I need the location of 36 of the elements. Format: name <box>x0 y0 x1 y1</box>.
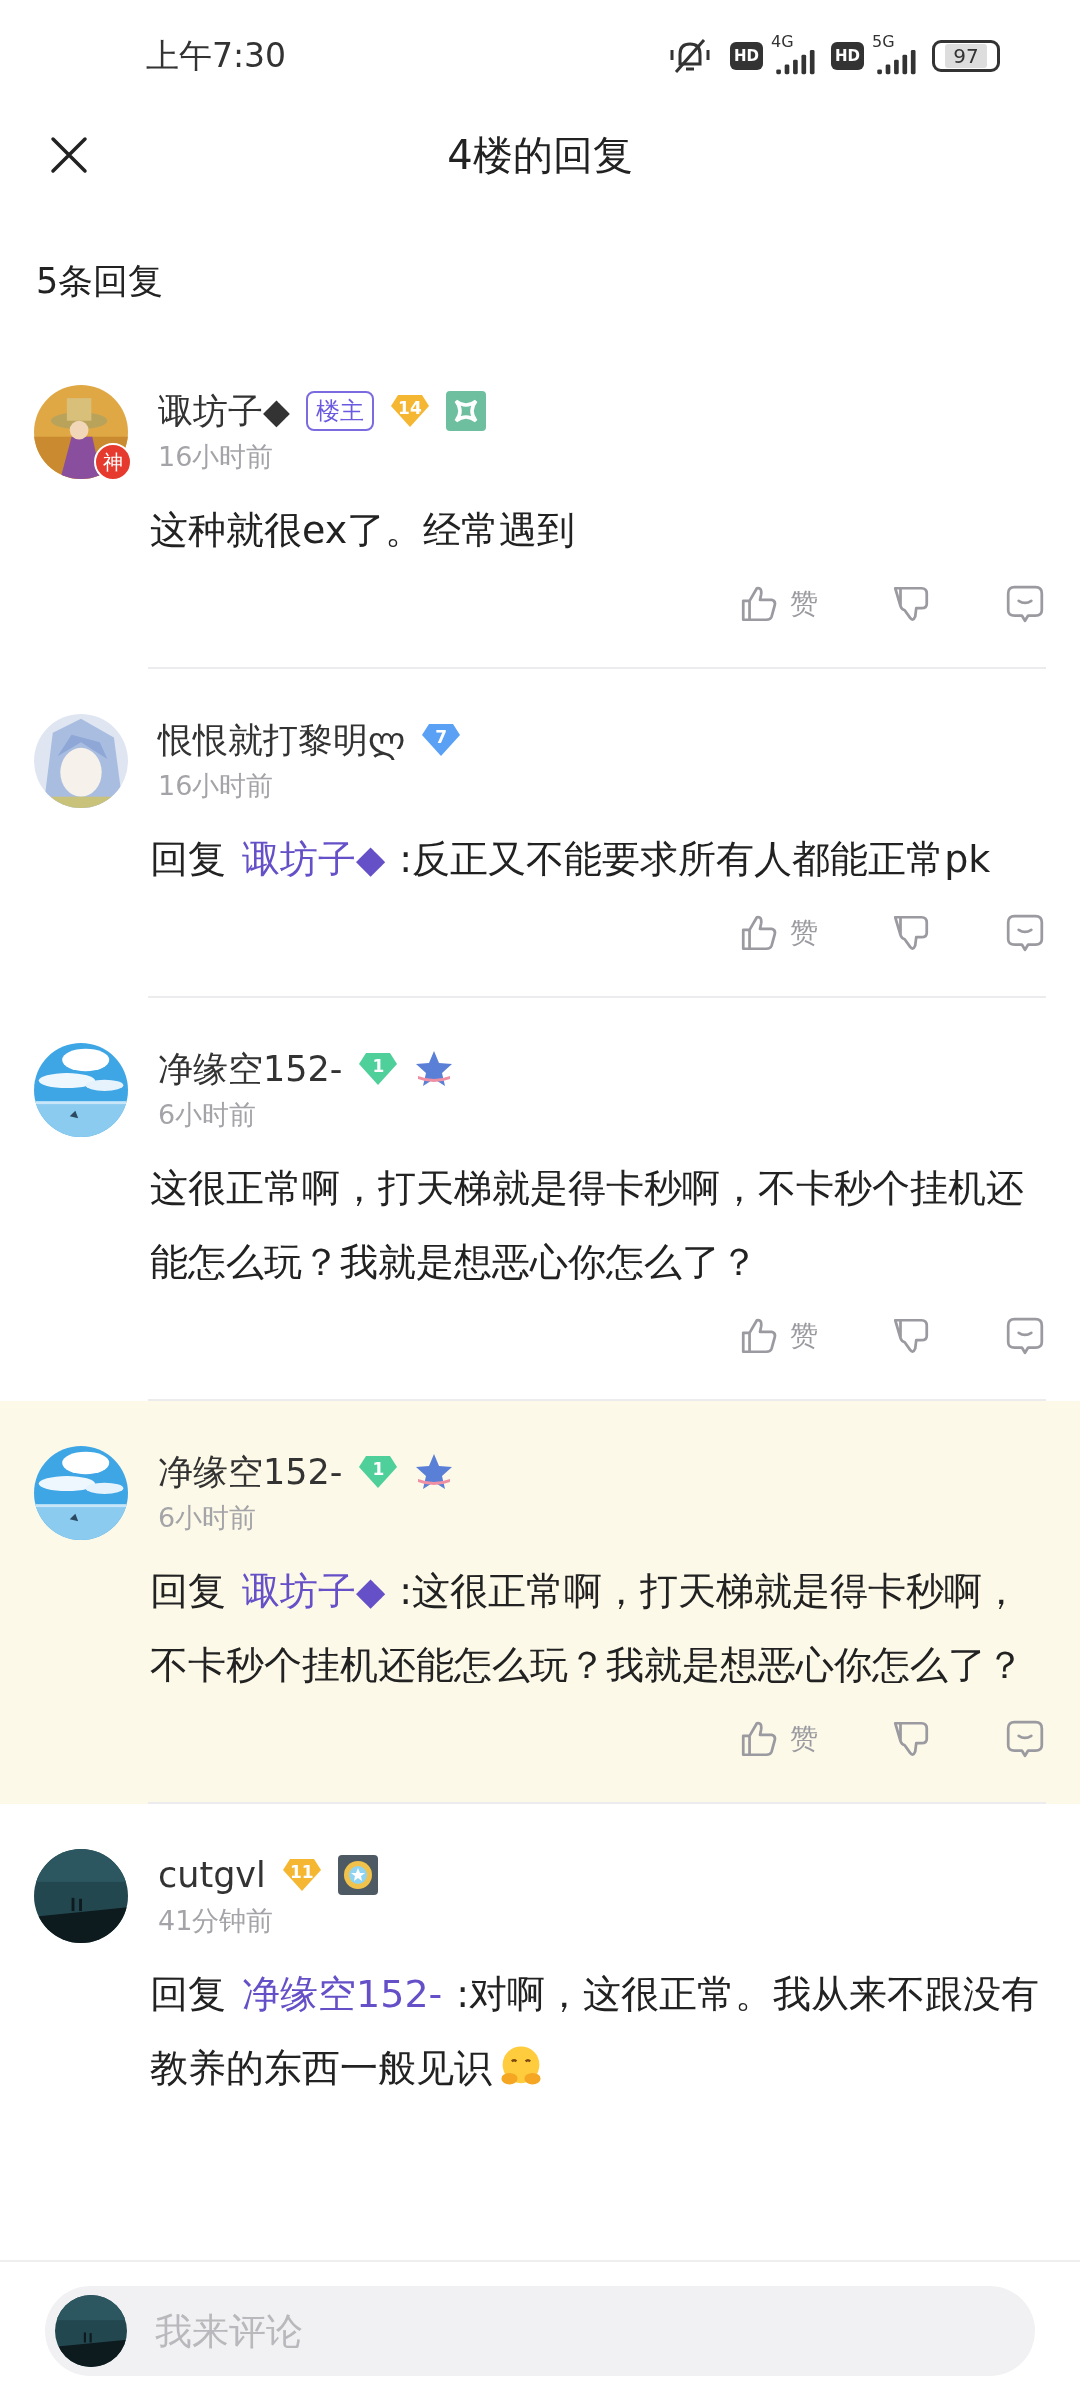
comment-text: 这种就很ex了。经常遇到 <box>150 507 577 554</box>
comment-text: 回复 诹坊子◆ :反正又不能要求所有人都能正常pk <box>150 836 992 883</box>
comment-time: 6小时前 <box>158 1098 258 1132</box>
level-badge: 11 <box>281 1857 322 1893</box>
network-type: 5G <box>872 34 895 50</box>
level-badge: 1 <box>358 1051 399 1087</box>
page-title: 4楼的回复 <box>447 130 633 180</box>
user-name[interactable]: 净缘空152- <box>158 1045 343 1093</box>
comment-time: 41分钟前 <box>158 1904 275 1938</box>
user-name[interactable]: 恨恨就打黎明ლ <box>158 716 406 764</box>
comment-time: 6小时前 <box>158 1501 258 1535</box>
mention-link[interactable]: 诹坊子◆ <box>242 1569 386 1613</box>
sun-medal-icon <box>337 1855 378 1895</box>
battery-icon: 97 <box>932 40 1000 72</box>
hd-badge: HD <box>729 42 763 70</box>
user-name[interactable]: 净缘空152- <box>158 1448 343 1496</box>
network-type: 4G <box>771 34 794 50</box>
comment-time: 16小时前 <box>158 769 275 803</box>
comment-text: 回复 诹坊子◆ :这很正常啊，打天梯就是得卡秒啊，不卡秒个挂机还能怎么玩？我就是想恶心你怎么了？ <box>150 1568 1025 1689</box>
host-tag: 楼主 <box>305 391 374 431</box>
status-time: 上午7:30 <box>146 34 287 77</box>
level-badge: 1 <box>358 1454 399 1490</box>
mention-link[interactable]: 净缘空152- <box>242 1972 443 2016</box>
medal-icon <box>445 391 486 431</box>
user-name[interactable]: cutgvl <box>158 1855 266 1895</box>
comment-text: 回复 净缘空152- :对啊，这很正常。我从来不跟没有教养的东西一般见识 <box>150 1971 1041 2092</box>
reply-count: 5条回复 <box>35 260 165 303</box>
comment-time: 16小时前 <box>158 440 275 474</box>
level-badge: 7 <box>421 722 462 758</box>
avatar-badge: 神 <box>94 443 132 481</box>
comment-text: 这很正常啊，打天梯就是得卡秒啊，不卡秒个挂机还能怎么玩？我就是想恶心你怎么了？ <box>150 1165 1025 1286</box>
mention-link[interactable]: 诹坊子◆ <box>242 837 386 881</box>
user-name[interactable]: 诹坊子◆ <box>158 387 290 435</box>
level-badge: 14 <box>389 393 430 429</box>
hd-badge: HD <box>831 42 864 70</box>
comment-input-field[interactable]: 我来评论 <box>45 2286 1035 2376</box>
